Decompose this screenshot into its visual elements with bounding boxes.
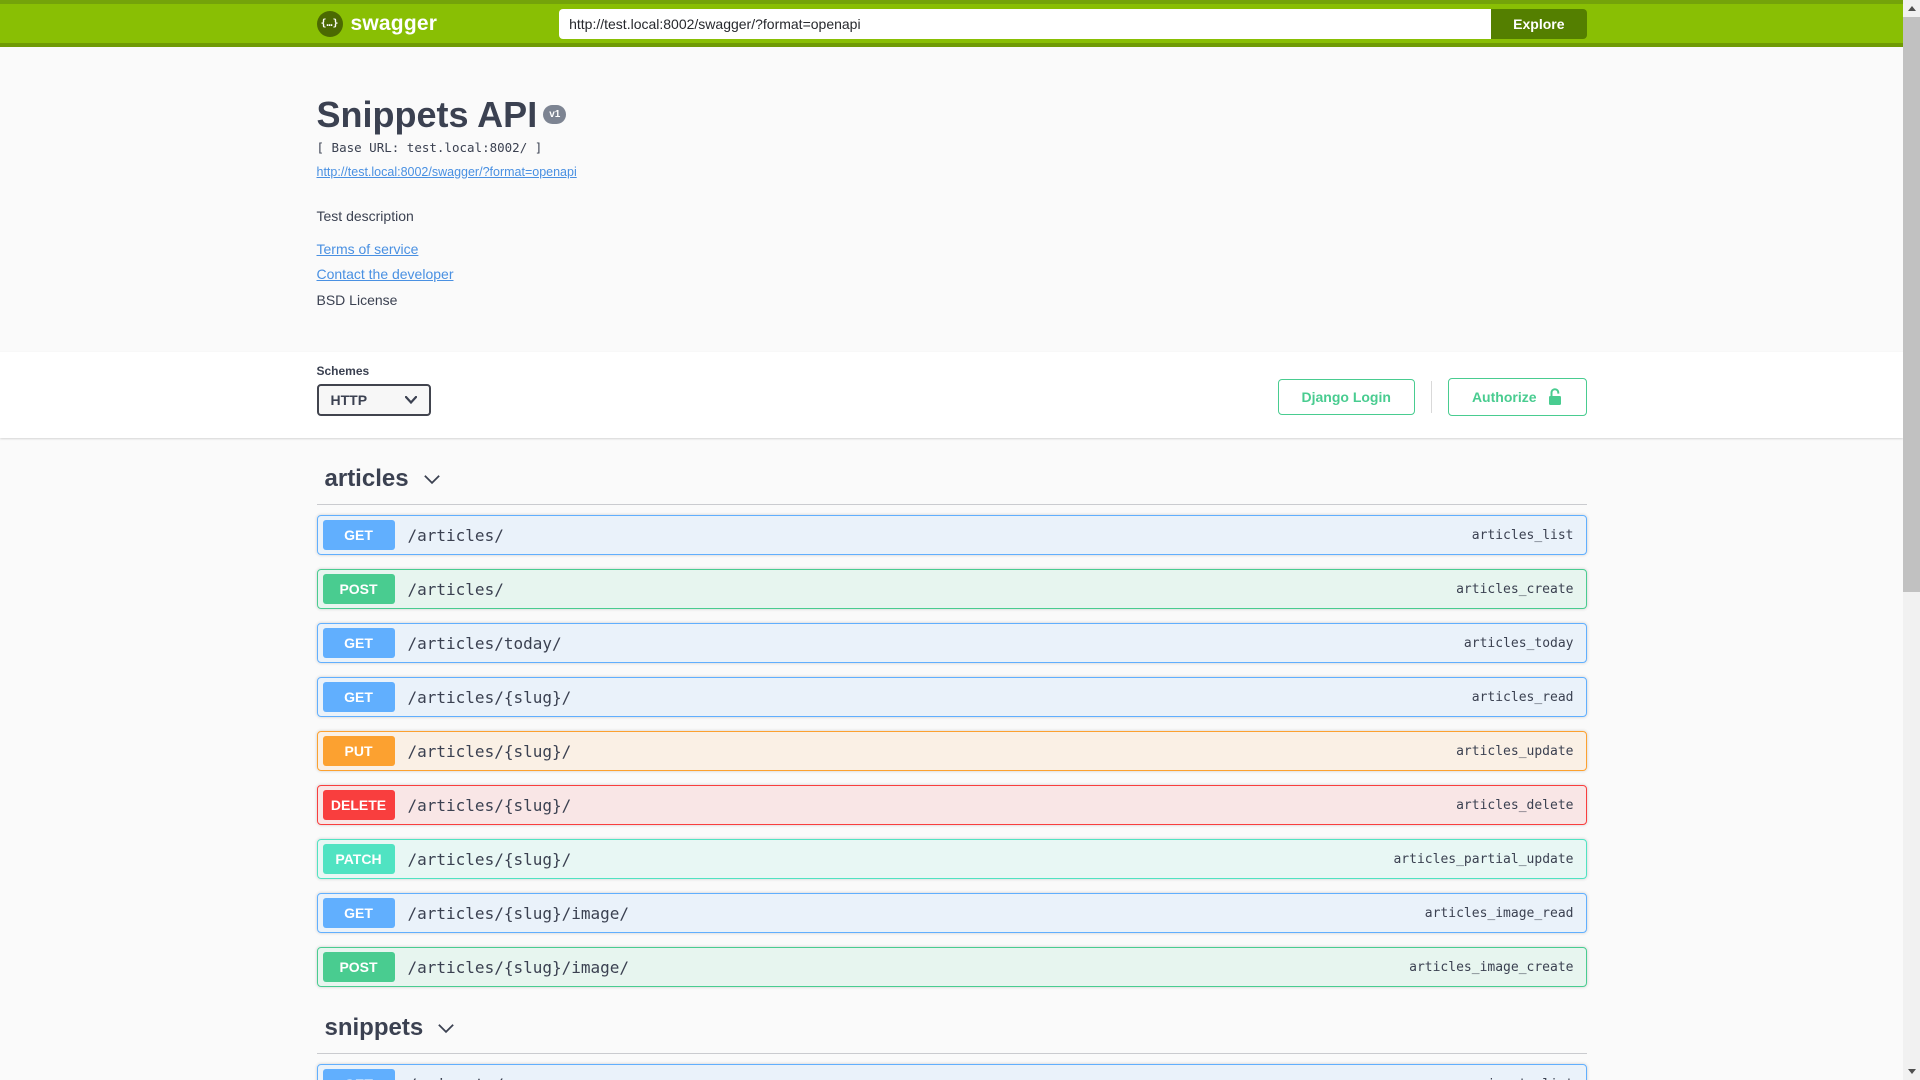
api-title: Snippets API xyxy=(316,94,538,135)
operation-id: articles_update xyxy=(1456,743,1574,759)
django-login-label: Django Login xyxy=(1301,389,1391,405)
auth-divider xyxy=(1430,381,1432,413)
operation-row[interactable]: POST /articles/{slug}/image/ articles_im… xyxy=(316,947,1587,987)
operation-path: /articles/today/ xyxy=(407,633,562,653)
operation-row[interactable]: GET /articles/ articles_list xyxy=(316,515,1587,555)
method-badge: GET xyxy=(322,628,395,658)
django-login-button[interactable]: Django Login xyxy=(1277,379,1415,415)
chevron-down-icon xyxy=(404,396,417,404)
operations-list: articles GET /articles/ articles_list PO… xyxy=(316,464,1587,1080)
swagger-ui-page: {…} swagger Explore Snippets APIv1 [ Bas… xyxy=(0,0,1903,1080)
operation-path: /articles/{slug}/ xyxy=(407,849,572,869)
tag-name: articles xyxy=(324,465,409,492)
operation-row[interactable]: GET /articles/{slug}/image/ articles_ima… xyxy=(316,893,1587,933)
scroll-up-button[interactable] xyxy=(1903,0,1920,17)
swagger-logo-icon: {…} xyxy=(316,10,343,37)
operation-row[interactable]: PUT /articles/{slug}/ articles_update xyxy=(316,731,1587,771)
spec-link[interactable]: http://test.local:8002/swagger/?format=o… xyxy=(317,165,577,179)
authorize-button[interactable]: Authorize xyxy=(1447,378,1587,416)
schemes-select-value: HTTP xyxy=(330,392,368,408)
operation-id: articles_create xyxy=(1456,581,1574,597)
swagger-logo[interactable]: {…} swagger xyxy=(316,10,438,37)
operation-id: articles_image_read xyxy=(1424,905,1574,921)
api-description: Test description xyxy=(316,208,414,224)
method-badge: GET xyxy=(322,682,395,712)
method-badge: POST xyxy=(322,574,395,604)
operation-id: articles_today xyxy=(1463,635,1574,651)
operation-id: articles_delete xyxy=(1456,797,1574,813)
scroll-up-icon xyxy=(1907,6,1916,11)
scroll-down-button[interactable] xyxy=(1903,1063,1920,1080)
api-version-badge: v1 xyxy=(543,104,567,124)
scheme-container: Schemes HTTP Django Login Authorize xyxy=(0,352,1903,438)
scrollbar-thumb[interactable] xyxy=(1903,17,1920,592)
operation-path: /articles/{slug}/ xyxy=(407,687,572,707)
operation-id: articles_list xyxy=(1471,527,1574,543)
authorize-label: Authorize xyxy=(1471,389,1537,405)
method-badge: GET xyxy=(322,520,395,550)
license-text: BSD License xyxy=(316,292,398,308)
spec-url-input[interactable] xyxy=(559,8,1492,39)
topbar: {…} swagger Explore xyxy=(0,0,1903,47)
unlock-icon xyxy=(1548,388,1561,405)
operation-path: /snippets/ xyxy=(408,1075,504,1080)
chevron-down-icon xyxy=(438,1024,454,1034)
operation-id: snippets_list xyxy=(1472,1077,1574,1080)
chevron-down-icon xyxy=(423,475,440,485)
operation-row[interactable]: GET /articles/{slug}/ articles_read xyxy=(316,677,1587,717)
terms-of-service-link[interactable]: Terms of service xyxy=(317,241,1587,257)
method-badge: POST xyxy=(322,952,395,982)
schemes-label: Schemes xyxy=(316,364,370,378)
tag-section-snippets: snippets GET /snippets/ snippets_list xyxy=(316,1013,1587,1080)
operation-path: /articles/{slug}/image/ xyxy=(407,957,630,977)
operation-row[interactable]: GET /snippets/ snippets_list xyxy=(316,1064,1587,1080)
tag-header-articles[interactable]: articles xyxy=(316,464,1587,505)
vertical-scrollbar[interactable] xyxy=(1903,0,1920,1080)
operation-row[interactable]: PATCH /articles/{slug}/ articles_partial… xyxy=(316,839,1587,879)
method-badge: GET xyxy=(322,1069,395,1080)
info-section: Snippets API v1 [ Base URL: test.local:80… xyxy=(0,47,1903,352)
download-url-wrapper: Explore xyxy=(559,8,1587,39)
schemes-select[interactable]: HTTP xyxy=(316,384,431,416)
operation-path: /articles/{slug}/ xyxy=(407,741,572,761)
base-url: [ Base URL: test.local:8002/ ] xyxy=(316,140,543,155)
method-badge: PUT xyxy=(322,736,395,766)
operation-path: /articles/ xyxy=(407,525,504,545)
contact-developer-link[interactable]: Contact the developer xyxy=(317,266,1587,282)
method-badge: DELETE xyxy=(322,790,395,820)
operation-row[interactable]: GET /articles/today/ articles_today xyxy=(316,623,1587,663)
operation-id: articles_partial_update xyxy=(1393,851,1574,867)
explore-button[interactable]: Explore xyxy=(1491,8,1587,39)
method-badge: PATCH xyxy=(322,844,395,874)
scroll-down-icon xyxy=(1907,1069,1916,1074)
operation-id: articles_image_create xyxy=(1409,959,1574,975)
tag-header-snippets[interactable]: snippets xyxy=(316,1013,1587,1054)
tag-name: snippets xyxy=(324,1014,424,1041)
operation-row[interactable]: DELETE /articles/{slug}/ articles_delete xyxy=(316,785,1587,825)
operation-row[interactable]: POST /articles/ articles_create xyxy=(316,569,1587,609)
auth-wrapper: Django Login Authorize xyxy=(1277,378,1587,416)
swagger-logo-text: swagger xyxy=(350,11,438,35)
operation-id: articles_read xyxy=(1471,689,1574,705)
operation-path: /articles/{slug}/image/ xyxy=(407,903,630,923)
tag-section-articles: articles GET /articles/ articles_list PO… xyxy=(316,464,1587,987)
operation-path: /articles/ xyxy=(407,579,504,599)
method-badge: GET xyxy=(322,898,395,928)
operation-path: /articles/{slug}/ xyxy=(407,795,572,815)
